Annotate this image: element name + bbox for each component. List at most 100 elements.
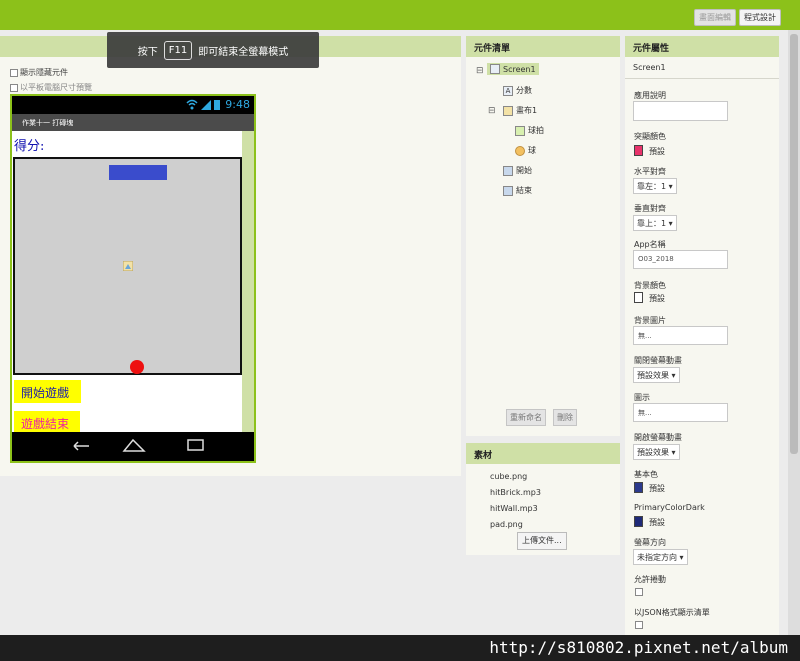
align-horizontal-dropdown[interactable]: 靠左：1 ▾ <box>633 178 677 194</box>
align-horizontal-label: 水平對齊 <box>634 167 666 176</box>
fullscreen-tip-suffix: 即可結束全螢幕模式 <box>198 46 289 58</box>
bg-image-label: 背景圖片 <box>634 316 666 325</box>
bg-color-value[interactable]: 預設 <box>649 293 665 304</box>
show-hidden-checkbox[interactable] <box>10 68 18 77</box>
media-panel: 素材 cube.png hitBrick.mp3 hitWall.mp3 pad… <box>466 443 620 555</box>
image-sprite-icon <box>515 125 525 136</box>
start-game-button[interactable]: 開始遊戲 <box>14 380 81 403</box>
app-name-input[interactable]: O03_2018 <box>633 250 728 269</box>
signal-icon <box>201 100 211 110</box>
open-animation-dropdown[interactable]: 預設效果 ▾ <box>633 444 680 460</box>
orientation-dropdown[interactable]: 未指定方向 ▾ <box>633 549 688 565</box>
media-file[interactable]: hitWall.mp3 <box>490 504 538 513</box>
media-header: 素材 <box>466 443 620 464</box>
align-vertical-dropdown[interactable]: 靠上：1 ▾ <box>633 215 677 231</box>
page-scrollbar-thumb[interactable] <box>790 34 798 454</box>
app-title-bar: 作業十一 打磚塊 <box>12 114 254 131</box>
json-list-checkbox[interactable] <box>635 621 643 629</box>
tablet-preview-label: 以平板電腦尺寸預覽 <box>20 83 92 92</box>
tree-item-ball[interactable]: 球 <box>515 145 536 156</box>
scrollable-checkbox[interactable] <box>635 588 643 596</box>
status-icons <box>186 99 220 110</box>
bg-image-picker[interactable]: 無... <box>633 326 728 345</box>
primary-color-swatch[interactable] <box>634 482 643 493</box>
designer-button[interactable]: 程式設計 <box>739 9 781 26</box>
primary-color-value[interactable]: 預設 <box>649 483 665 494</box>
upload-file-button[interactable]: 上傳文件... <box>517 532 567 550</box>
scrollable-label: 允許捲動 <box>634 575 666 584</box>
bg-color-label: 背景顏色 <box>634 281 666 290</box>
align-vertical-label: 垂直對齊 <box>634 204 666 213</box>
app-name-label: App名稱 <box>634 240 666 249</box>
ball-sprite[interactable] <box>130 360 144 374</box>
primary-color-label: 基本色 <box>634 470 658 479</box>
collapse-canvas-toggle[interactable]: ⊟ <box>488 106 496 116</box>
phone-nav-bar <box>12 432 254 461</box>
phone-status-bar: 9:48 <box>12 96 254 114</box>
tree-item-canvas1[interactable]: 畫布1 <box>503 105 537 116</box>
game-canvas[interactable] <box>13 157 242 375</box>
components-panel: 元件清單 ⊟ Screen1 A 分數 ⊟ 畫布1 球拍 球 開始 結束 重新命… <box>466 36 620 436</box>
tree-item-paddle[interactable]: 球拍 <box>515 125 544 136</box>
accent-color-value[interactable]: 預設 <box>649 146 665 157</box>
button-icon <box>503 165 513 176</box>
media-file[interactable]: pad.png <box>490 520 523 529</box>
battery-icon <box>214 100 220 110</box>
icon-picker[interactable]: 無... <box>633 403 728 422</box>
fullscreen-tip-key: F11 <box>163 40 193 60</box>
tablet-preview-checkbox[interactable] <box>10 83 18 92</box>
show-hidden-label: 顯示隱藏元件 <box>20 68 68 77</box>
status-time: 9:48 <box>225 98 250 111</box>
primary-dark-swatch[interactable] <box>634 516 643 527</box>
button-icon <box>503 185 513 196</box>
properties-header: 元件屬性 <box>625 36 779 57</box>
nav-icons <box>73 438 204 452</box>
end-game-button[interactable]: 遊戲結束 <box>14 411 80 434</box>
watermark: http://s810802.pixnet.net/album <box>0 635 800 661</box>
blocks-editor-button[interactable]: 畫面編輯 <box>694 9 736 26</box>
rename-button[interactable]: 重新命名 <box>506 409 546 426</box>
tree-item-label: 分數 <box>516 86 532 95</box>
tree-item-label: Screen1 <box>503 64 536 74</box>
tree-item-end[interactable]: 結束 <box>503 185 532 196</box>
tree-item-label: 畫布1 <box>516 106 538 115</box>
tree-item-screen1[interactable]: Screen1 <box>487 63 539 75</box>
components-header: 元件清單 <box>466 36 620 57</box>
tree-item-start[interactable]: 開始 <box>503 165 532 176</box>
phone-scrollbar[interactable] <box>242 131 254 434</box>
media-file[interactable]: hitBrick.mp3 <box>490 488 541 497</box>
about-label: 應用說明 <box>634 91 666 100</box>
orientation-label: 螢幕方向 <box>634 538 666 547</box>
back-icon <box>73 441 89 451</box>
primary-dark-label: PrimaryColorDark <box>634 503 705 512</box>
close-animation-dropdown[interactable]: 預設效果 ▾ <box>633 367 680 383</box>
top-toolbar: 畫面編輯 程式設計 <box>0 0 800 30</box>
show-hidden-row[interactable]: 顯示隱藏元件 <box>10 67 68 78</box>
ball-icon <box>515 145 525 156</box>
about-textarea[interactable] <box>633 101 728 121</box>
collapse-screen1-toggle[interactable]: ⊟ <box>476 66 484 76</box>
phone-screen: 得分: 開始遊戲 遊戲結束 <box>12 131 242 434</box>
fullscreen-tip-prefix: 按下 <box>137 46 158 58</box>
tree-item-score[interactable]: A 分數 <box>503 85 532 96</box>
icon-label: 圖示 <box>634 393 650 402</box>
primary-dark-value[interactable]: 預設 <box>649 517 665 528</box>
media-file[interactable]: cube.png <box>490 472 527 481</box>
delete-button[interactable]: 刪除 <box>553 409 577 426</box>
accent-color-swatch[interactable] <box>634 145 643 156</box>
properties-panel: 元件屬性 Screen1 應用說明 突顯顏色 預設 水平對齊 靠左：1 ▾ 垂直… <box>625 36 779 661</box>
tablet-preview-row[interactable]: 以平板電腦尺寸預覽 <box>10 82 92 93</box>
fullscreen-tip: 按下 F11 即可結束全螢幕模式 <box>107 32 319 68</box>
home-icon <box>122 438 146 452</box>
tree-item-label: 開始 <box>516 166 532 175</box>
bg-color-swatch[interactable] <box>634 292 643 303</box>
open-animation-label: 開啟螢幕動畫 <box>634 433 682 442</box>
recents-icon <box>187 439 204 451</box>
paddle-sprite[interactable] <box>109 165 167 180</box>
canvas-icon <box>503 105 513 116</box>
screen-icon <box>490 64 500 74</box>
score-label[interactable]: 得分: <box>14 135 44 154</box>
accent-color-label: 突顯顏色 <box>634 132 666 141</box>
tree-item-label: 球 <box>528 146 536 155</box>
tree-item-label: 結束 <box>516 186 532 195</box>
